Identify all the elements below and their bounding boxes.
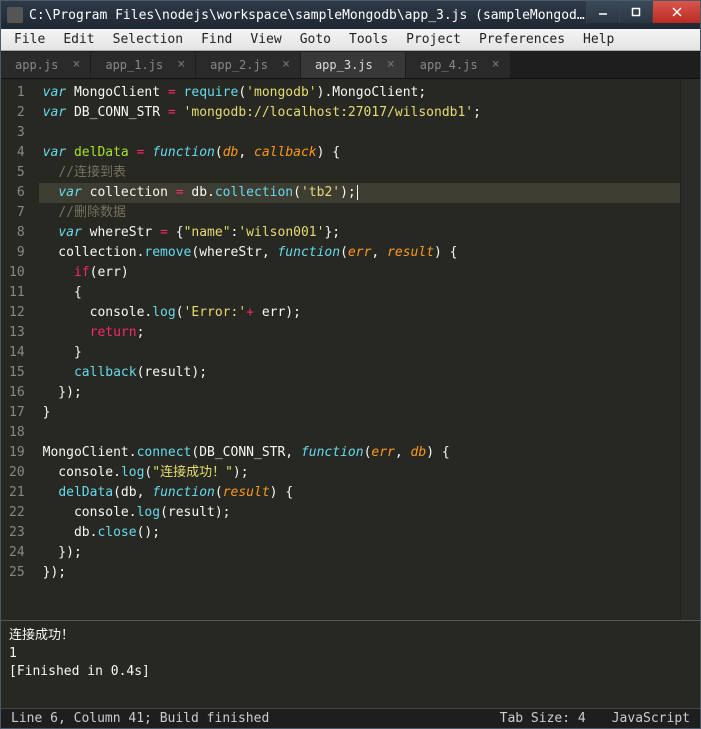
code-line[interactable]: return; (39, 323, 680, 343)
tab-close-icon[interactable]: × (73, 58, 81, 71)
titlebar[interactable]: C:\Program Files\nodejs\workspace\sample… (1, 1, 700, 29)
code-line[interactable]: console.log('Error:'+ err); (39, 303, 680, 323)
code-line[interactable]: }); (39, 543, 680, 563)
tabbar: app.js×app_1.js×app_2.js×app_3.js×app_4.… (1, 51, 700, 79)
app-icon (7, 7, 23, 23)
menu-help[interactable]: Help (574, 30, 623, 49)
code-line[interactable]: var MongoClient = require('mongodb').Mon… (39, 83, 680, 103)
code-line[interactable]: } (39, 343, 680, 363)
tab-app_3-js[interactable]: app_3.js× (301, 52, 405, 78)
window-controls (586, 1, 700, 23)
tab-close-icon[interactable]: × (282, 58, 290, 71)
status-syntax[interactable]: JavaScript (612, 711, 690, 726)
menu-file[interactable]: File (5, 30, 54, 49)
code-line[interactable]: callback(result); (39, 363, 680, 383)
tab-close-icon[interactable]: × (387, 58, 395, 71)
app-window: C:\Program Files\nodejs\workspace\sample… (0, 0, 701, 729)
code-line[interactable]: delData(db, function(result) { (39, 483, 680, 503)
code-line[interactable]: //连接到表 (39, 163, 680, 183)
tab-app-js[interactable]: app.js× (1, 52, 90, 78)
code-line[interactable]: var DB_CONN_STR = 'mongodb://localhost:2… (39, 103, 680, 123)
statusbar: Line 6, Column 41; Build finished Tab Si… (1, 708, 700, 728)
line-gutter: 1234567891011121314151617181920212223242… (1, 79, 39, 620)
code-line[interactable]: } (39, 403, 680, 423)
code-line[interactable]: console.log("连接成功！"); (39, 463, 680, 483)
status-left: Line 6, Column 41; Build finished (11, 711, 269, 726)
menu-view[interactable]: View (241, 30, 290, 49)
code-line[interactable]: }); (39, 383, 680, 403)
code-line[interactable] (39, 423, 680, 443)
menu-selection[interactable]: Selection (104, 30, 192, 49)
menubar: FileEditSelectionFindViewGotoToolsProjec… (1, 29, 700, 51)
tab-app_2-js[interactable]: app_2.js× (196, 52, 300, 78)
code-line[interactable]: { (39, 283, 680, 303)
console-line: [Finished in 0.4s] (9, 663, 692, 681)
code-line[interactable]: //删除数据 (39, 203, 680, 223)
code-line[interactable]: }); (39, 563, 680, 583)
window-title: C:\Program Files\nodejs\workspace\sample… (29, 8, 586, 23)
minimize-button[interactable] (586, 1, 619, 23)
code-line[interactable]: collection.remove(whereStr, function(err… (39, 243, 680, 263)
tab-app_4-js[interactable]: app_4.js× (406, 52, 510, 78)
code-line[interactable] (39, 123, 680, 143)
code-line[interactable]: if(err) (39, 263, 680, 283)
maximize-button[interactable] (619, 1, 652, 23)
build-output-panel[interactable]: 连接成功！1[Finished in 0.4s] (1, 620, 700, 708)
menu-edit[interactable]: Edit (54, 30, 103, 49)
menu-tools[interactable]: Tools (340, 30, 397, 49)
menu-goto[interactable]: Goto (291, 30, 340, 49)
code-line[interactable]: MongoClient.connect(DB_CONN_STR, functio… (39, 443, 680, 463)
code-line[interactable]: var whereStr = {"name":'wilson001'}; (39, 223, 680, 243)
code-area[interactable]: var MongoClient = require('mongodb').Mon… (39, 79, 680, 620)
status-tab-size[interactable]: Tab Size: 4 (500, 711, 586, 726)
menu-project[interactable]: Project (397, 30, 470, 49)
console-line: 连接成功！ (9, 627, 692, 645)
menu-find[interactable]: Find (192, 30, 241, 49)
tab-close-icon[interactable]: × (492, 58, 500, 71)
tab-close-icon[interactable]: × (177, 58, 185, 71)
code-line[interactable]: db.close(); (39, 523, 680, 543)
minimap[interactable] (680, 79, 700, 620)
tab-app_1-js[interactable]: app_1.js× (91, 52, 195, 78)
code-line[interactable]: var delData = function(db, callback) { (39, 143, 680, 163)
code-line[interactable]: console.log(result); (39, 503, 680, 523)
editor[interactable]: 1234567891011121314151617181920212223242… (1, 79, 700, 620)
close-button[interactable] (652, 1, 700, 23)
console-line: 1 (9, 645, 692, 663)
code-line[interactable]: var collection = db.collection('tb2'); (39, 183, 680, 203)
menu-preferences[interactable]: Preferences (470, 30, 574, 49)
